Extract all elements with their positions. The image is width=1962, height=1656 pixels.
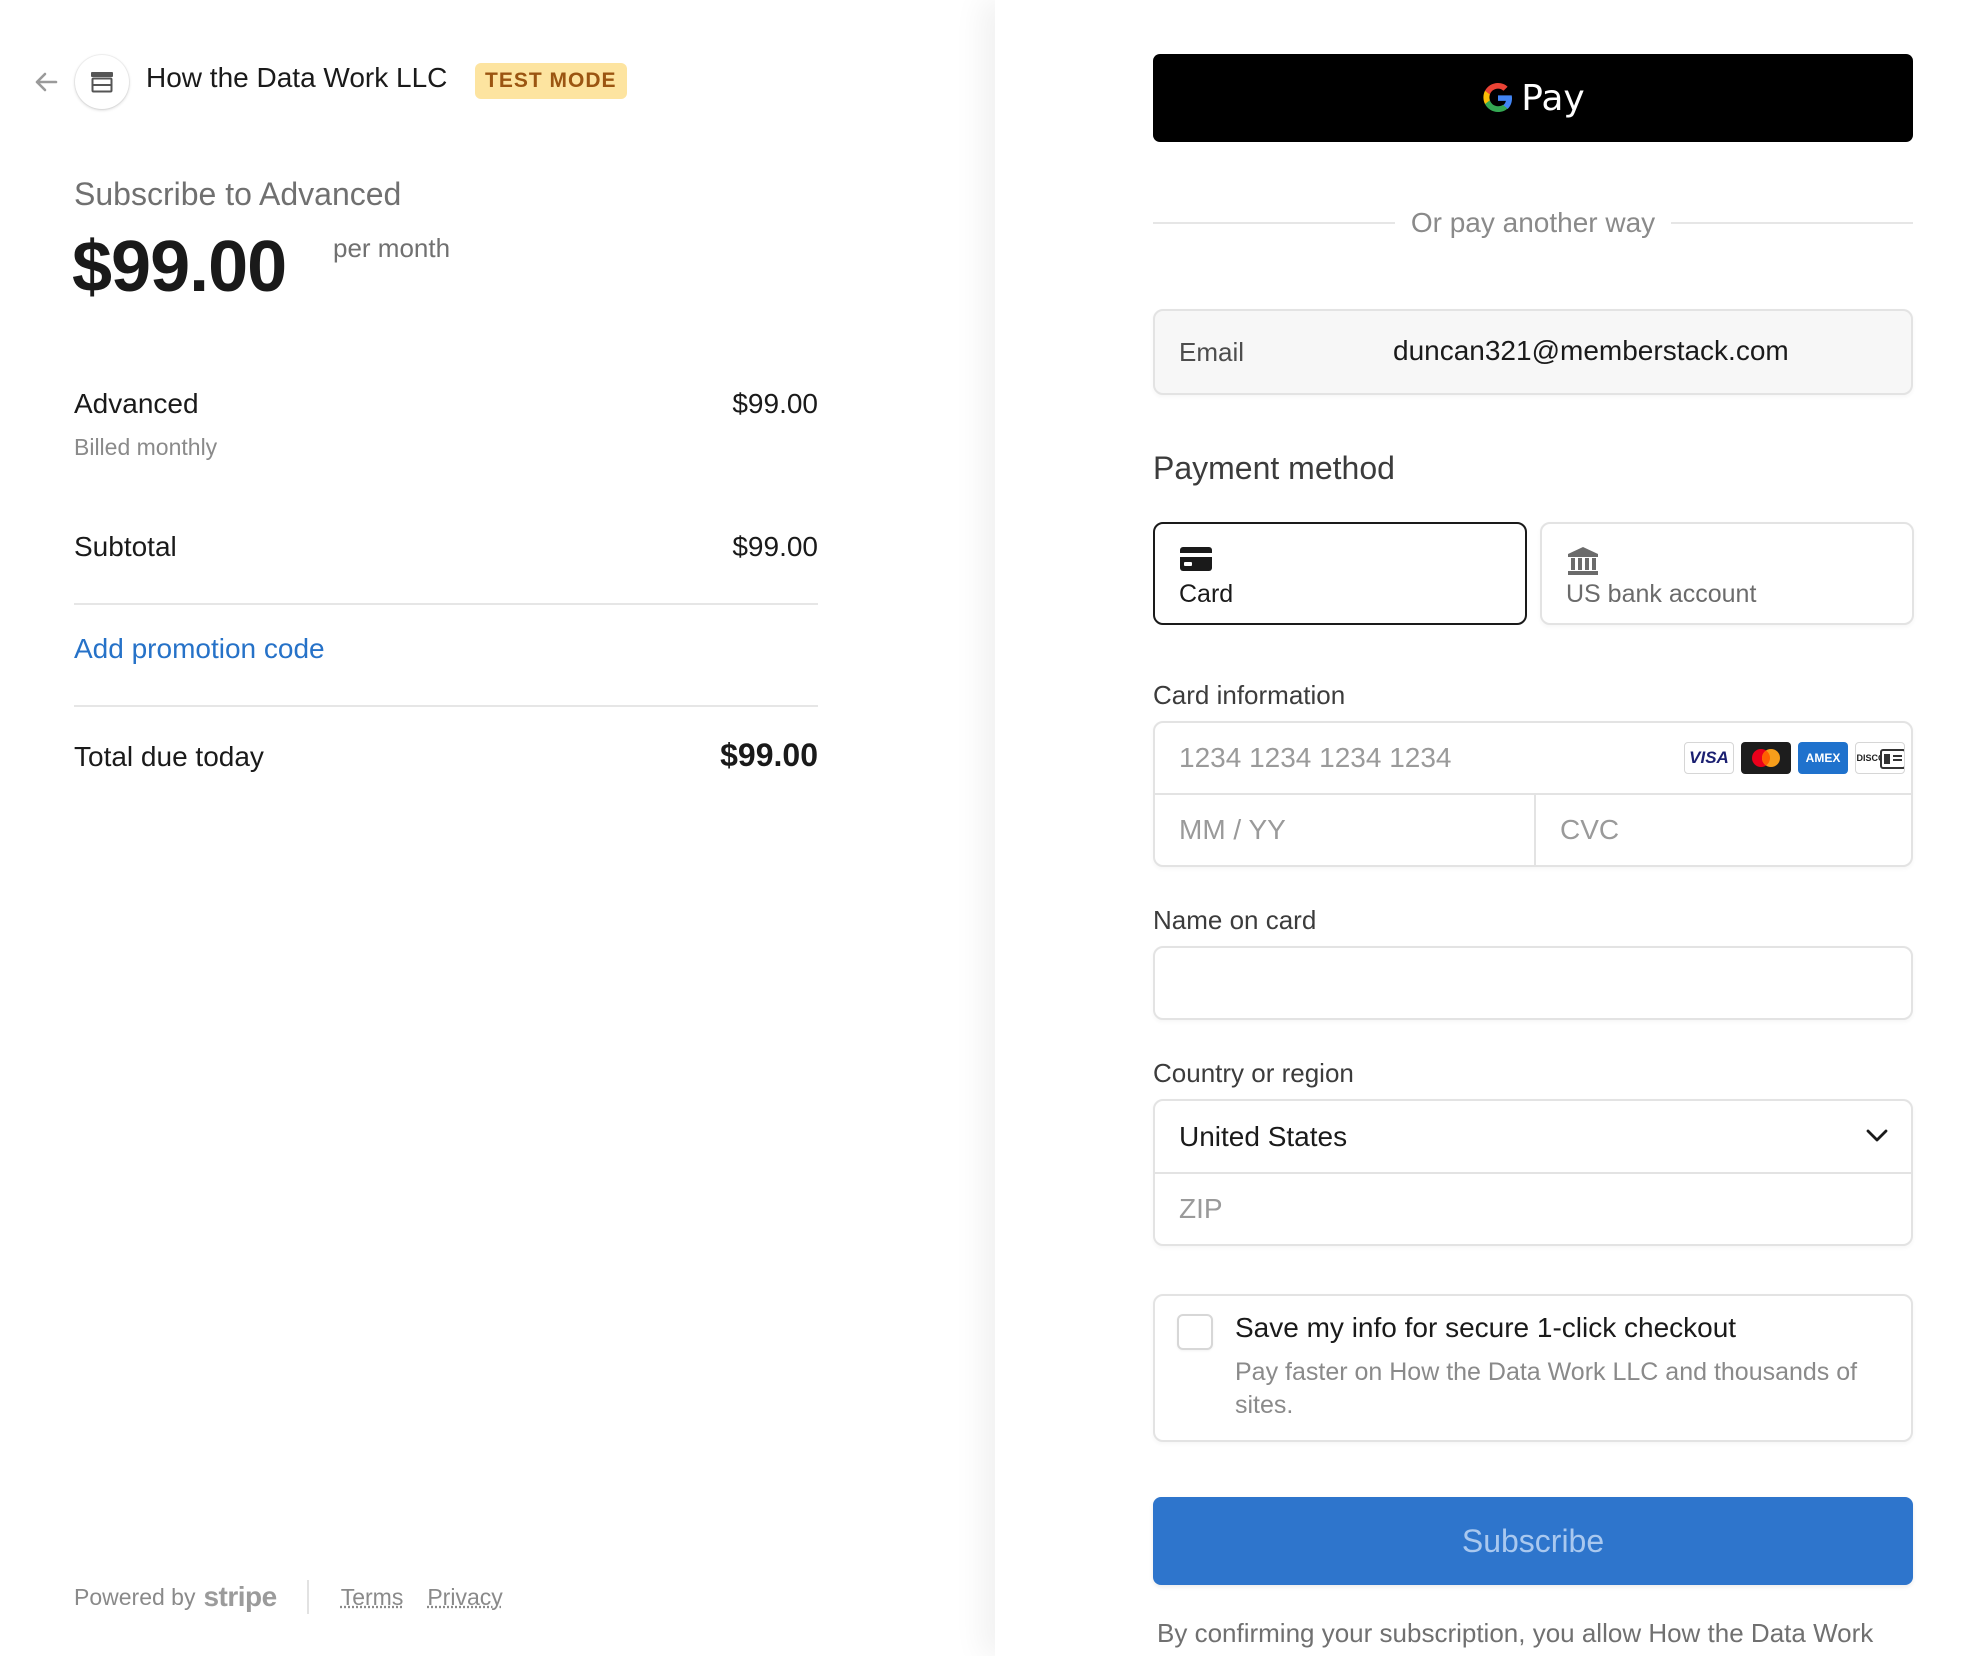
divider [74,705,818,707]
save-info-title[interactable]: Save my info for secure 1-click checkout [1235,1312,1736,1344]
card-number-input[interactable]: 1234 1234 1234 1234 [1155,723,1635,793]
country-zip-group: United States ZIP [1153,1099,1913,1246]
email-field[interactable]: Email duncan321@memberstack.com [1153,309,1913,395]
email-label: Email [1179,337,1245,367]
discover-icon: DISCOVER [1855,742,1905,774]
powered-by-text: Powered by [74,1583,196,1610]
total-amount: $99.00 [720,737,818,773]
line-item-name: Advanced [74,388,199,419]
save-info-description: Pay faster on How the Data Work LLC and … [1235,1358,1858,1419]
subscription-title: Subscribe to Advanced [74,176,402,212]
subscribe-button[interactable]: Subscribe [1153,1497,1913,1585]
cvc-placeholder: CVC [1560,814,1620,845]
store-icon [91,72,113,93]
zip-placeholder: ZIP [1179,1193,1223,1224]
visa-icon: VISA [1684,742,1734,774]
card-scan-icon [1880,749,1904,769]
expiry-placeholder: MM / YY [1179,814,1286,845]
subtotal-label: Subtotal [74,531,177,562]
or-pay-another-way-text: Or pay another way [1410,207,1656,238]
google-pay-label: Pay [1521,77,1585,119]
footer-separator [306,1580,309,1614]
divider-line [1671,222,1913,224]
card-tab-label: Card [1179,580,1234,608]
google-g-icon [1483,83,1513,112]
order-summary-pane: How the Data Work LLC TEST MODE Subscrib… [0,0,995,1656]
country-select[interactable]: United States [1155,1101,1911,1172]
merchant-logo [75,55,129,109]
price-period: per month [333,233,451,263]
google-pay-button[interactable]: Pay [1153,54,1913,142]
name-on-card-label: Name on card [1153,905,1317,935]
chevron-down-icon [1866,1129,1888,1142]
merchant-name: How the Data Work LLC [146,62,448,93]
card-information-label: Card information [1153,680,1346,710]
us-bank-tab-label: US bank account [1566,580,1757,608]
name-on-card-input[interactable] [1153,946,1913,1020]
card-information-group: 1234 1234 1234 1234 VISA AMEX DISCOVER M… [1153,721,1913,867]
subtotal-amount: $99.00 [732,531,818,562]
test-mode-badge: TEST MODE [475,63,627,99]
country-region-label: Country or region [1153,1058,1354,1088]
confirmation-text: By confirming your subscription, you all… [1157,1618,1874,1648]
subscribe-label: Subscribe [1461,1522,1605,1559]
terms-link[interactable]: Terms [341,1584,404,1611]
payment-pane: Pay Or pay another way Email duncan321@m… [995,0,1962,1656]
divider [74,603,818,605]
card-brand-logos: VISA AMEX DISCOVER [1684,742,1905,774]
country-value: United States [1179,1121,1348,1152]
email-value[interactable]: duncan321@memberstack.com [1393,335,1789,367]
amex-icon: AMEX [1798,742,1848,774]
bank-icon [1568,547,1598,575]
add-promotion-code-link[interactable]: Add promotion code [74,633,325,665]
payment-method-us-bank-tab[interactable]: US bank account [1540,522,1914,625]
or-pay-another-way-divider: Or pay another way [1153,200,1913,246]
credit-card-icon [1180,547,1212,571]
back-arrow-icon[interactable] [30,66,62,98]
card-number-placeholder: 1234 1234 1234 1234 [1179,742,1452,773]
expiry-input[interactable]: MM / YY [1155,795,1534,865]
payment-method-title: Payment method [1153,450,1395,486]
stripe-logo[interactable]: stripe [203,1581,277,1613]
save-info-checkbox[interactable] [1177,1314,1213,1350]
zip-input[interactable]: ZIP [1155,1174,1911,1244]
checkout-page: How the Data Work LLC TEST MODE Subscrib… [0,0,1962,1656]
save-info-box: Save my info for secure 1-click checkout… [1153,1294,1913,1442]
total-label: Total due today [74,741,264,772]
divider-line [1153,222,1395,224]
cvc-input[interactable]: CVC [1536,795,1911,865]
mastercard-icon [1741,742,1791,774]
line-item-description: Billed monthly [74,434,218,460]
line-item-amount: $99.00 [732,388,818,419]
privacy-link[interactable]: Privacy [427,1584,502,1611]
price-amount: $99.00 [72,227,287,307]
footer: Powered by stripe Terms Privacy [74,1580,527,1614]
payment-method-card-tab[interactable]: Card [1153,522,1527,625]
